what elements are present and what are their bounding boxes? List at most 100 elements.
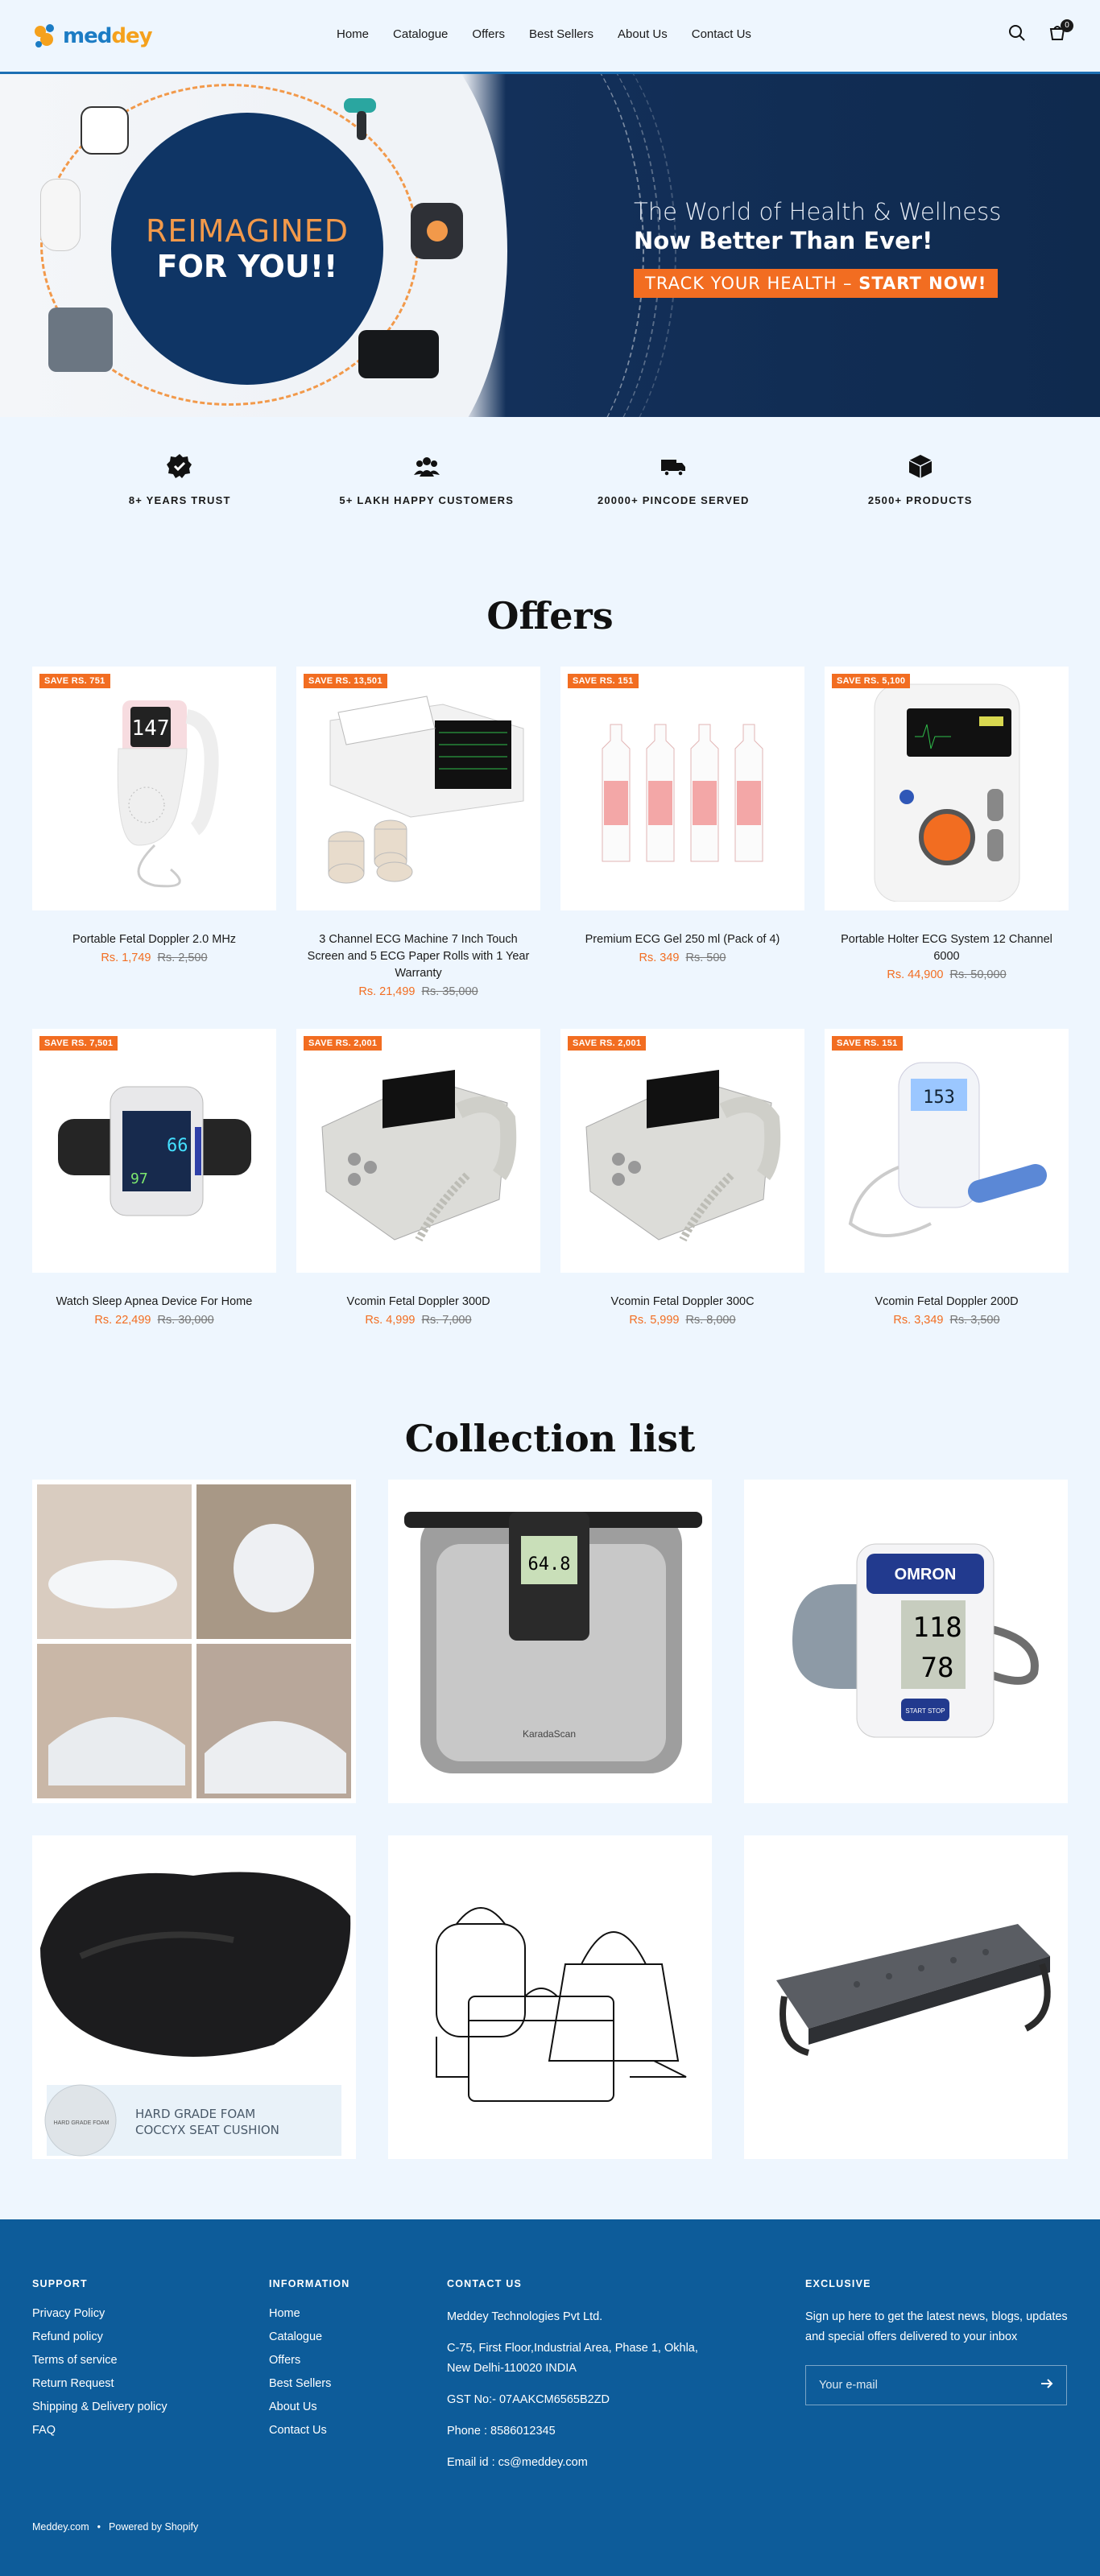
hero-subheadline: Now Better Than Ever!: [634, 227, 933, 254]
product-card[interactable]: SAVE RS. 751 147 Portable Fetal Doppler …: [32, 667, 276, 1029]
save-badge: SAVE RS. 5,100: [832, 674, 911, 688]
product-name[interactable]: Vcomin Fetal Doppler 300C: [560, 1294, 804, 1311]
footer-contact: CONTACT US Meddey Technologies Pvt Ltd. …: [447, 2278, 721, 2484]
product-image[interactable]: SAVE RS. 751 147: [32, 667, 276, 910]
nav-about-us[interactable]: About Us: [618, 27, 668, 41]
product-price: Rs. 5,999 Rs. 8,000: [629, 1314, 736, 1327]
footer-link-best-sellers[interactable]: Best Sellers: [269, 2377, 349, 2390]
footer-heading: EXCLUSIVE: [805, 2278, 871, 2289]
cart-icon[interactable]: 0: [1048, 19, 1073, 43]
footer-heading: CONTACT US: [447, 2278, 523, 2289]
footer-newsletter: EXCLUSIVE Sign up here to get the latest…: [805, 2278, 1068, 2405]
fetal-doppler-300d-image: [320, 1069, 516, 1241]
collection-bags[interactable]: [388, 1835, 712, 2159]
save-badge: SAVE RS. 7,501: [39, 1036, 118, 1051]
footer-support: SUPPORT Privacy Policy Refund policy Ter…: [32, 2278, 167, 2447]
nav-catalogue[interactable]: Catalogue: [393, 27, 448, 41]
footer-link-faq[interactable]: FAQ: [32, 2424, 167, 2437]
footer-link-about[interactable]: About Us: [269, 2401, 349, 2413]
product-card[interactable]: SAVE RS. 2,001 Vcomin Fetal Doppler 300C…: [560, 1029, 804, 1391]
ecg-gel-bottles-image: [602, 724, 763, 861]
hero-banner[interactable]: REIMAGINED FOR YOU!! The World of Health…: [0, 74, 1100, 417]
body-scale-image: 64.8 KaradaScan: [404, 1512, 702, 1773]
product-price: Rs. 3,349 Rs. 3,500: [893, 1314, 1000, 1327]
footer-link-return[interactable]: Return Request: [32, 2377, 167, 2390]
save-badge: SAVE RS. 2,001: [568, 1036, 647, 1051]
product-name[interactable]: Premium ECG Gel 250 ml (Pack of 4): [560, 931, 804, 948]
footer-link-home[interactable]: Home: [269, 2307, 349, 2320]
nav-offers[interactable]: Offers: [472, 27, 505, 41]
bp-start-label: START STOP: [905, 1707, 945, 1715]
product-image[interactable]: SAVE RS. 5,100: [825, 667, 1069, 910]
svg-text:153: 153: [923, 1088, 955, 1108]
footer-site-link[interactable]: Meddey.com: [32, 2521, 89, 2533]
logo-mark-icon: [32, 20, 60, 52]
product-box-icon: [907, 452, 934, 480]
product-name[interactable]: Portable Fetal Doppler 2.0 MHz: [32, 931, 276, 948]
product-name[interactable]: Watch Sleep Apnea Device For Home: [32, 1294, 276, 1311]
footer-link-contact[interactable]: Contact Us: [269, 2424, 349, 2437]
product-image[interactable]: SAVE RS. 2,001: [560, 1029, 804, 1273]
product-image[interactable]: SAVE RS. 2,001: [296, 1029, 540, 1273]
footer-link-terms[interactable]: Terms of service: [32, 2354, 167, 2367]
hero-headline: The World of Health & Wellness: [634, 198, 1002, 225]
product-price: Rs. 1,749 Rs. 2,500: [101, 952, 208, 964]
collection-seat-cushion[interactable]: HARD GRADE FOAM HARD GRADE FOAM COCCYX S…: [32, 1835, 356, 2159]
hero-cta-button[interactable]: TRACK YOUR HEALTH – START NOW!: [634, 269, 999, 298]
product-card[interactable]: SAVE RS. 151 Premium ECG Gel 250 ml (Pac…: [560, 667, 804, 1029]
collection-bp-monitor[interactable]: OMRON 118 78 START STOP: [744, 1480, 1068, 1803]
trust-item: 2500+ PRODUCTS: [816, 452, 1025, 546]
product-image[interactable]: SAVE RS. 13,501: [296, 667, 540, 910]
footer-link-shipping[interactable]: Shipping & Delivery policy: [32, 2401, 167, 2413]
product-image[interactable]: SAVE RS. 7,501 66 97: [32, 1029, 276, 1273]
save-badge: SAVE RS. 151: [568, 674, 639, 688]
footer-link-offers[interactable]: Offers: [269, 2354, 349, 2367]
footer-link-catalogue[interactable]: Catalogue: [269, 2330, 349, 2343]
knee-heating-pad-image: [411, 203, 463, 259]
collection-pillows[interactable]: [32, 1480, 356, 1803]
body-scale-image: [48, 308, 113, 372]
product-name[interactable]: Portable Holter ECG System 12 Channel 60…: [825, 931, 1069, 965]
collection-body-scale[interactable]: 64.8 KaradaScan: [388, 1480, 712, 1803]
trust-bar: 8+ YEARS TRUST 5+ LAKH HAPPY CUSTOMERS 2…: [0, 417, 1100, 546]
company-name: Meddey Technologies Pvt Ltd.: [447, 2310, 603, 2323]
footer-information: INFORMATION Home Catalogue Offers Best S…: [269, 2278, 349, 2447]
product-name[interactable]: Vcomin Fetal Doppler 300D: [296, 1294, 540, 1311]
product-image[interactable]: SAVE RS. 151 153: [825, 1029, 1069, 1273]
newsletter-text: Sign up here to get the latest news, blo…: [805, 2310, 1068, 2343]
save-badge: SAVE RS. 751: [39, 674, 110, 688]
product-name[interactable]: Vcomin Fetal Doppler 200D: [825, 1294, 1069, 1311]
holter-ecg-image: [874, 683, 1019, 902]
nav-best-sellers[interactable]: Best Sellers: [529, 27, 593, 41]
product-card[interactable]: SAVE RS. 7,501 66 97 Watch Sleep Apnea De…: [32, 1029, 276, 1391]
nav-contact-us[interactable]: Contact Us: [692, 27, 751, 41]
footer-link-refund[interactable]: Refund policy: [32, 2330, 167, 2343]
product-price: Rs. 44,900 Rs. 50,000: [887, 968, 1007, 981]
bp-sys-value: 118: [912, 1612, 961, 1644]
hero-left-line2: FOR YOU!!: [156, 249, 338, 284]
fetal-doppler-200d-image: 153: [848, 1062, 1047, 1237]
product-image[interactable]: SAVE RS. 151: [560, 667, 804, 910]
footer-powered-by[interactable]: Powered by Shopify: [109, 2521, 198, 2533]
product-card[interactable]: SAVE RS. 13,501 3 Channel ECG Machine 7 …: [296, 667, 540, 1029]
product-card[interactable]: SAVE RS. 5,100 Portable Holter ECG Syste…: [825, 667, 1069, 1029]
newsletter-email-input[interactable]: [819, 2379, 1012, 2392]
save-badge: SAVE RS. 2,001: [304, 1036, 383, 1051]
nav-home[interactable]: Home: [337, 27, 369, 41]
collection-foot-rest[interactable]: [744, 1835, 1068, 2159]
company-address: C-75, First Floor,Industrial Area, Phase…: [447, 2342, 698, 2375]
verified-badge-icon: [166, 452, 193, 480]
product-card[interactable]: SAVE RS. 151 153 Vcomin Fetal Doppler 20…: [825, 1029, 1069, 1391]
product-price: Rs. 349 Rs. 500: [639, 952, 726, 964]
product-name[interactable]: 3 Channel ECG Machine 7 Inch Touch Scree…: [296, 931, 540, 982]
sleep-apnea-watch-image: 66 97: [57, 1086, 251, 1216]
footer-link-privacy[interactable]: Privacy Policy: [32, 2307, 167, 2320]
bp-brand: OMRON: [895, 1566, 957, 1583]
product-price: Rs. 4,999 Rs. 7,000: [365, 1314, 472, 1327]
separator-dot: •: [97, 2521, 101, 2533]
search-icon[interactable]: [1008, 24, 1028, 43]
svg-text:66: 66: [167, 1136, 188, 1156]
site-logo[interactable]: meddey: [32, 20, 274, 52]
arrow-right-icon[interactable]: [1040, 2378, 1053, 2393]
product-card[interactable]: SAVE RS. 2,001 Vcomin Fetal Doppler 300D…: [296, 1029, 540, 1391]
